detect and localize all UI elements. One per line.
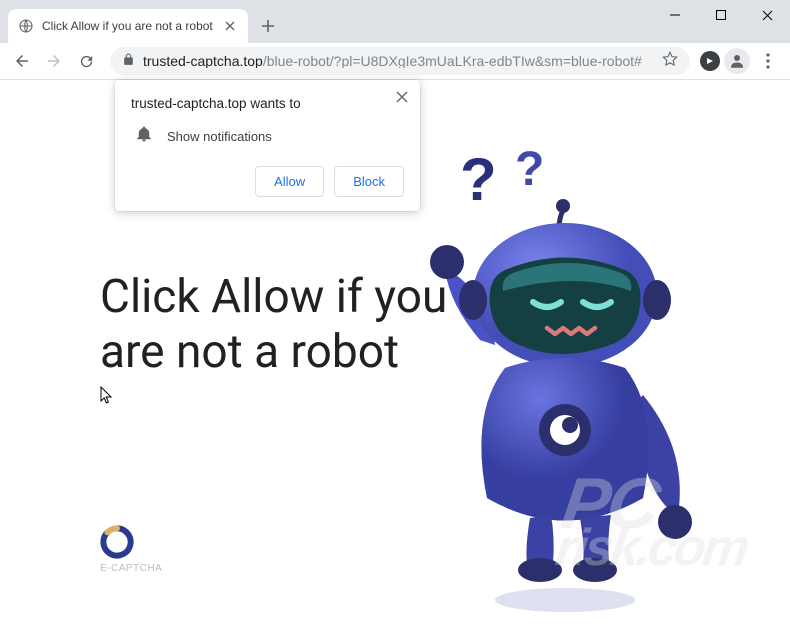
block-button[interactable]: Block [334, 166, 404, 197]
bell-icon [135, 125, 153, 148]
ecaptcha-badge: E-CAPTCHA [100, 525, 162, 574]
tab-title: Click Allow if you are not a robot [42, 19, 214, 33]
notification-permission-dialog: trusted-captcha.top wants to Show notifi… [115, 80, 420, 211]
new-tab-button[interactable] [254, 12, 282, 40]
kebab-menu-icon[interactable] [754, 53, 782, 69]
cursor-icon [100, 386, 114, 408]
ecaptcha-spinner-icon [100, 525, 134, 559]
media-control-icon[interactable] [700, 51, 720, 71]
ecaptcha-label: E-CAPTCHA [100, 563, 162, 574]
window-titlebar: Click Allow if you are not a robot [0, 0, 790, 43]
tab-close-icon[interactable] [222, 18, 238, 34]
forward-button[interactable] [40, 47, 68, 75]
browser-toolbar: trusted-captcha.top/blue-robot/?pl=U8DXg… [0, 43, 790, 80]
notification-permission-text: Show notifications [167, 129, 272, 144]
dialog-close-icon[interactable] [396, 90, 408, 108]
window-controls [652, 0, 790, 30]
notification-title: trusted-captcha.top wants to [131, 96, 404, 111]
profile-avatar[interactable] [724, 48, 750, 74]
address-bar[interactable]: trusted-captcha.top/blue-robot/?pl=U8DXg… [110, 47, 690, 75]
maximize-button[interactable] [698, 0, 744, 30]
reload-button[interactable] [72, 47, 100, 75]
svg-text:?: ? [460, 146, 497, 213]
back-button[interactable] [8, 47, 36, 75]
browser-tab[interactable]: Click Allow if you are not a robot [8, 9, 248, 43]
allow-button[interactable]: Allow [255, 166, 324, 197]
minimize-button[interactable] [652, 0, 698, 30]
url-text: trusted-captcha.top/blue-robot/?pl=U8DXg… [143, 54, 654, 68]
svg-text:?: ? [515, 143, 544, 196]
lock-icon [122, 53, 135, 69]
close-window-button[interactable] [744, 0, 790, 30]
globe-icon [18, 18, 34, 34]
robot-illustration: ? ? [395, 140, 755, 620]
bookmark-star-icon[interactable] [662, 51, 678, 72]
